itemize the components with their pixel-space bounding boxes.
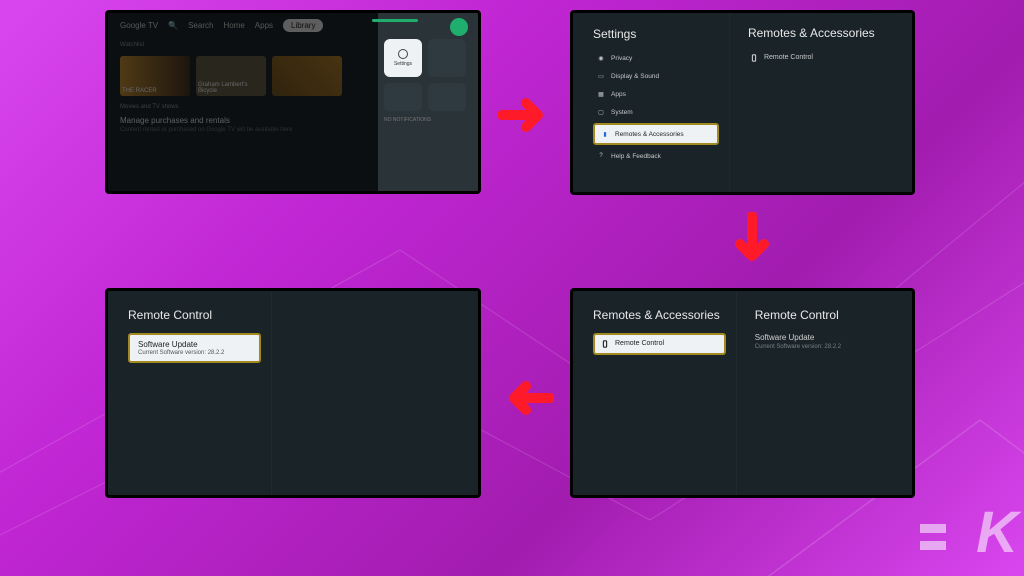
menu-help[interactable]: ?Help & Feedback (593, 149, 719, 163)
remote-icon: ▮ (601, 130, 609, 138)
quick-tile-small[interactable] (384, 83, 422, 111)
item-remote-control[interactable]: Remote Control (748, 51, 902, 65)
status-bar (372, 19, 418, 22)
tv-stand (603, 495, 621, 498)
menu-apps[interactable]: ▦Apps (593, 87, 719, 101)
tv-screen-remote-control: Remote Control Software Update Current S… (105, 288, 481, 498)
tv-stand (864, 495, 882, 498)
tv-stand (603, 192, 621, 195)
flow-arrow-down-icon (732, 212, 772, 272)
remote-icon (601, 340, 609, 348)
software-update-label[interactable]: Software Update (755, 333, 902, 342)
flow-arrow-right-icon (498, 95, 554, 135)
menu-system[interactable]: ▢System (593, 105, 719, 119)
quick-settings-label: Settings (394, 61, 412, 67)
display-icon: ▭ (597, 72, 605, 80)
flow-arrow-left-icon (498, 378, 554, 418)
tv-stand (138, 495, 156, 498)
empty-panel (271, 291, 478, 495)
panel-heading: Remotes & Accessories (593, 309, 726, 323)
panel-heading: Remote Control (128, 309, 261, 323)
quick-tile-small[interactable] (428, 83, 466, 111)
no-notifications-label: NO NOTIFICATIONS (384, 117, 431, 123)
apps-icon: ▦ (597, 90, 605, 98)
watermark-dots (920, 524, 946, 550)
remote-icon (750, 54, 758, 62)
tv-screen-home: Google TV 🔍 Search Home Apps Library Wat… (105, 10, 481, 194)
help-icon: ? (597, 152, 605, 160)
tv-screen-remote-accessories: Remotes & Accessories Remote Control Rem… (570, 288, 915, 498)
software-update-label: Software Update (138, 340, 251, 349)
tv-stand (430, 495, 448, 498)
panel-heading: Remotes & Accessories (748, 27, 902, 41)
menu-remotes-accessories[interactable]: ▮Remotes & Accessories (593, 123, 719, 145)
software-version-label: Current Software version: 28.2.2 (138, 350, 251, 356)
menu-display[interactable]: ▭Display & Sound (593, 69, 719, 83)
shield-icon: ◉ (597, 54, 605, 62)
tv-stand (138, 191, 156, 194)
software-version-label: Current Software version: 28.2.2 (755, 344, 902, 350)
gear-icon (398, 49, 408, 59)
watermark-logo: K (976, 499, 1014, 566)
tv-stand (430, 191, 448, 194)
menu-privacy[interactable]: ◉Privacy (593, 51, 719, 65)
settings-heading: Settings (593, 27, 719, 41)
tv-stand (864, 192, 882, 195)
software-update-tile[interactable]: Software Update Current Software version… (128, 333, 261, 363)
system-icon: ▢ (597, 108, 605, 116)
quick-tile[interactable] (428, 39, 466, 77)
panel-heading: Remote Control (755, 309, 902, 323)
item-remote-control[interactable]: Remote Control (593, 333, 726, 355)
tv-screen-settings: Settings ◉Privacy ▭Display & Sound ▦Apps… (570, 10, 915, 195)
quick-panel: Settings NO NOTIFICATIONS (378, 13, 478, 191)
quick-settings-tile[interactable]: Settings (384, 39, 422, 77)
profile-avatar[interactable] (450, 18, 468, 36)
